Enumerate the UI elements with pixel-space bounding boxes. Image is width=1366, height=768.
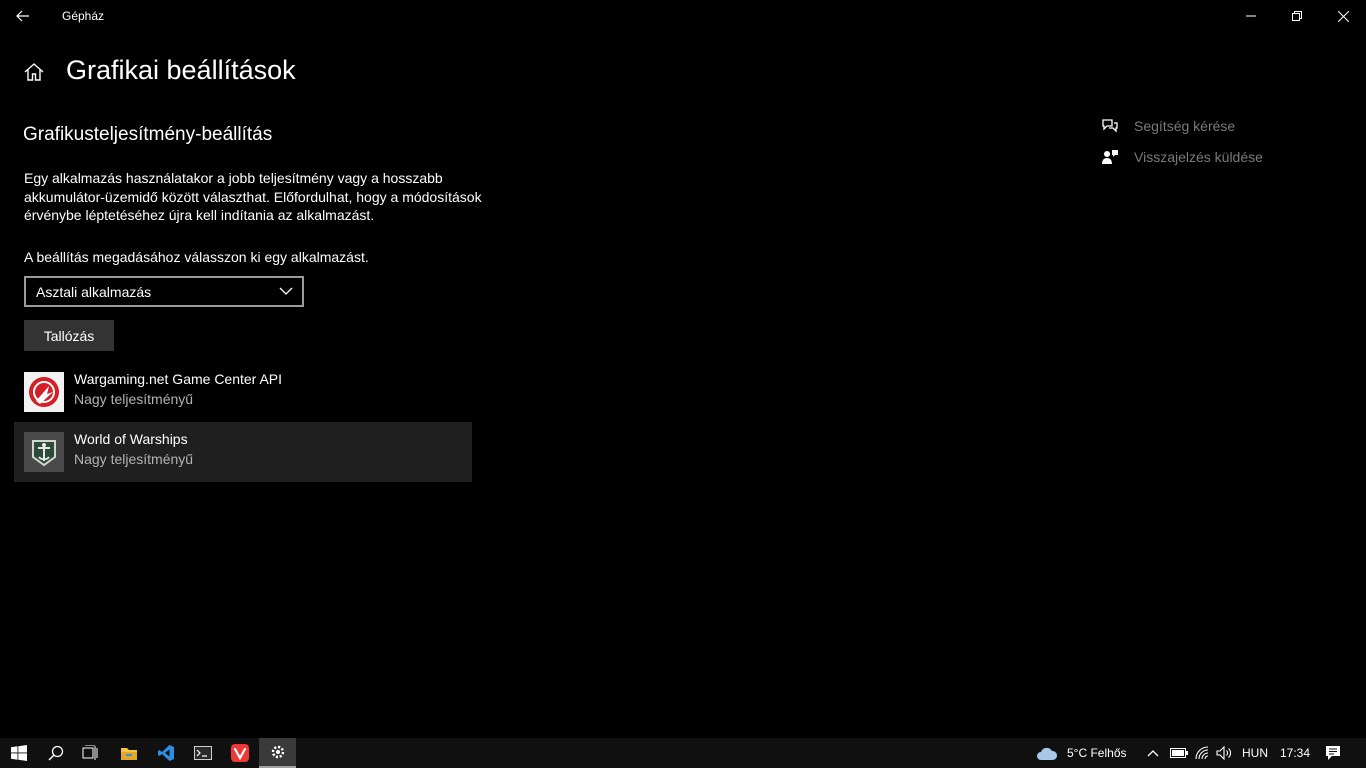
chevron-up-icon	[1147, 750, 1159, 757]
app-list-item[interactable]: Wargaming.net Game Center API Nagy telje…	[14, 362, 472, 422]
window-controls	[1228, 0, 1366, 32]
vivaldi-icon	[230, 744, 249, 762]
home-icon	[24, 63, 44, 81]
description-text: Egy alkalmazás használatakor a jobb telj…	[24, 170, 482, 223]
world-of-warships-icon	[24, 432, 64, 472]
settings-icon	[271, 745, 284, 759]
terminal-button[interactable]	[184, 738, 221, 768]
windows-start-icon	[10, 745, 27, 761]
vivaldi-button[interactable]	[221, 738, 258, 768]
restore-button[interactable]	[1274, 0, 1320, 32]
page-title: Grafikai beállítások	[66, 55, 296, 85]
settings-button[interactable]	[259, 738, 296, 768]
task-view-button[interactable]	[71, 738, 108, 768]
app-type-dropdown[interactable]: Asztali alkalmazás	[24, 276, 304, 307]
battery-icon	[1170, 748, 1188, 758]
input-language-button[interactable]: HUN	[1242, 738, 1268, 768]
taskbar: 5°C Felhős HUN 17:34	[0, 738, 1366, 768]
get-help-link[interactable]: Segítség kérése	[1101, 116, 1235, 136]
section-title: Grafikusteljesítmény-beállítás	[23, 124, 273, 145]
app-performance-mode: Nagy teljesítményű	[74, 451, 194, 467]
app-list-item-selected[interactable]: World of Warships Nagy teljesítményű	[14, 422, 472, 482]
feedback-icon	[1102, 150, 1118, 164]
network-button[interactable]	[1195, 738, 1211, 768]
wargaming-icon	[24, 372, 64, 412]
back-button[interactable]	[0, 0, 46, 32]
battery-button[interactable]	[1170, 738, 1188, 768]
vscode-icon	[157, 745, 174, 761]
search-icon	[47, 745, 63, 761]
search-button[interactable]	[37, 738, 74, 768]
home-button[interactable]	[23, 61, 45, 83]
file-explorer-button[interactable]	[110, 738, 147, 768]
chat-help-icon	[1102, 119, 1118, 133]
clock[interactable]: 17:34	[1280, 738, 1310, 768]
send-feedback-link[interactable]: Visszajelzés küldése	[1101, 147, 1263, 167]
browse-button[interactable]: Tallózás	[24, 320, 114, 351]
wifi-icon	[1195, 746, 1209, 760]
app-performance-mode: Nagy teljesítményű	[74, 391, 194, 407]
weather-widget[interactable]: 5°C Felhős	[1036, 738, 1127, 768]
cloud-icon	[1037, 747, 1058, 760]
speaker-icon	[1216, 746, 1231, 760]
task-view-icon	[82, 745, 97, 760]
vscode-button[interactable]	[147, 738, 184, 768]
chevron-down-icon	[279, 287, 293, 295]
minimize-icon	[1246, 15, 1256, 17]
show-hidden-icons-button[interactable]	[1147, 738, 1159, 768]
app-title: Gépház	[62, 9, 105, 23]
weather-text: 5°C Felhős	[1067, 746, 1127, 760]
app-name: World of Warships	[74, 431, 188, 447]
close-button[interactable]	[1320, 0, 1366, 32]
terminal-icon	[193, 746, 212, 760]
action-center-button[interactable]	[1325, 738, 1341, 768]
notification-icon	[1326, 746, 1340, 760]
restore-icon	[1292, 11, 1302, 21]
app-name: Wargaming.net Game Center API	[74, 371, 283, 387]
volume-button[interactable]	[1216, 738, 1232, 768]
back-arrow-icon	[16, 10, 29, 22]
get-help-label: Segítség kérése	[1134, 118, 1236, 134]
file-explorer-icon	[120, 748, 137, 760]
dropdown-value: Asztali alkalmazás	[36, 283, 152, 300]
select-app-label: A beállítás megadásához válasszon ki egy…	[24, 249, 369, 265]
title-bar: Gépház	[0, 0, 1366, 32]
start-button[interactable]	[0, 738, 37, 768]
close-icon	[1337, 10, 1349, 22]
minimize-button[interactable]	[1228, 0, 1274, 32]
send-feedback-label: Visszajelzés küldése	[1134, 149, 1263, 165]
